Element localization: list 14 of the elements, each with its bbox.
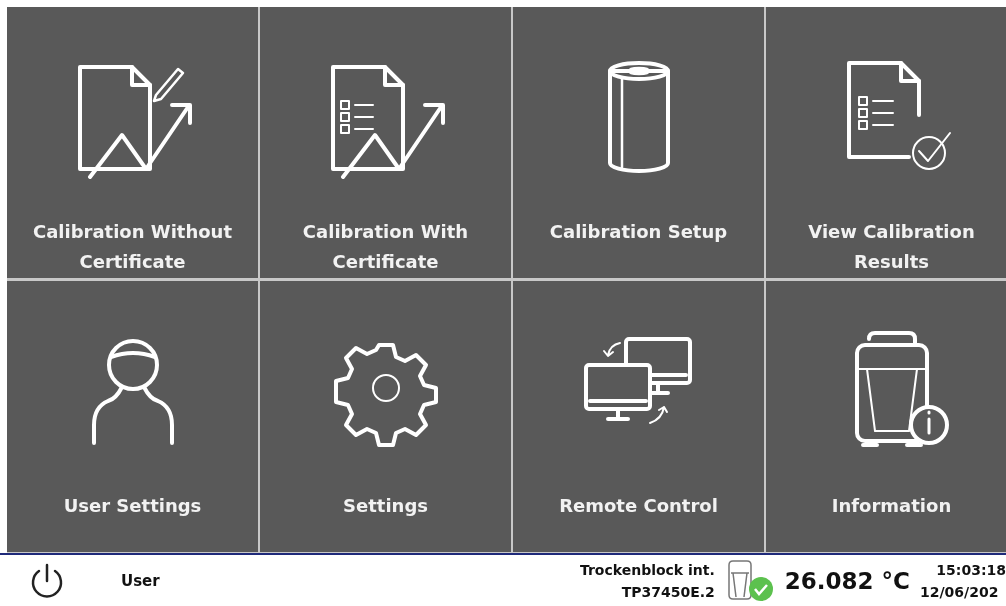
menu-tile[interactable]: User Settings [7,281,258,552]
temperature-reading: 26.082 °C [784,567,910,594]
menu-tile[interactable]: Calibration Without Certificate [7,7,258,278]
device-name: Trockenblock int. [579,560,715,580]
menu-tile[interactable]: View Calibration Results [766,7,1006,278]
menu-tile[interactable]: Information [766,281,1006,552]
menu-tile[interactable]: Remote Control [513,281,764,552]
menu-tile[interactable]: Calibration With Certificate [260,7,511,278]
menu-tile[interactable]: Calibration Setup [513,7,764,278]
menu-tile[interactable]: Settings [260,281,511,552]
clock-date: 12/06/202 [920,582,999,602]
user-name: User [121,571,160,590]
clock-time: 15:03:18 [936,560,1006,580]
device-serial: TP37450E.2 [621,582,715,602]
